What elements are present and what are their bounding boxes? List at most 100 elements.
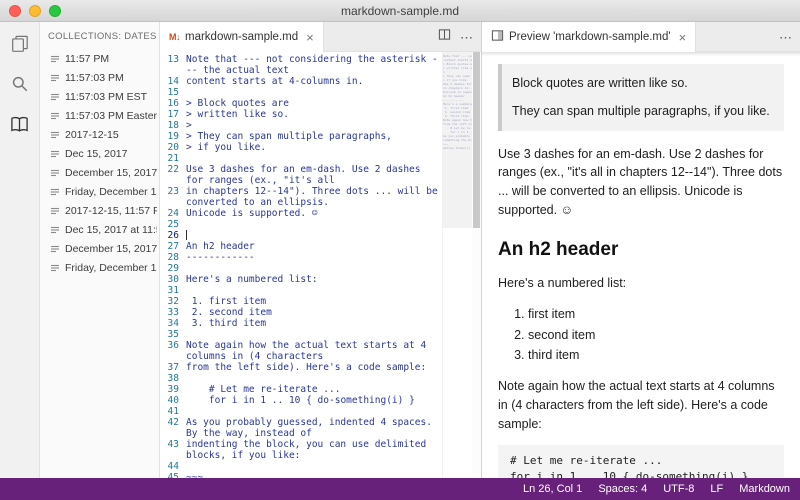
line-text xyxy=(186,329,442,340)
status-item[interactable]: Markdown xyxy=(739,483,790,495)
sidebar-item-label: 2017-12-15 xyxy=(65,128,119,141)
line-number: 33 xyxy=(167,307,179,318)
line-number: 42 xyxy=(167,417,179,428)
editor-tab-actions: ⋯ xyxy=(438,22,481,52)
minimize-window-button[interactable] xyxy=(29,4,41,17)
editor-group: M↓ markdown-sample.md × ⋯ 13 Note that --… xyxy=(160,22,482,478)
tab-markdown-sample[interactable]: M↓ markdown-sample.md × xyxy=(160,22,324,52)
line-number: 17 xyxy=(167,109,179,120)
line-text: > xyxy=(186,120,192,131)
line-text: Here's a numbered list: xyxy=(186,274,318,285)
editor-line: 45 ~~~ xyxy=(160,472,442,478)
preview-icon xyxy=(491,29,504,45)
line-text: As you probably guessed, indented 4 spac… xyxy=(186,417,438,439)
editor-line: 31 xyxy=(160,285,442,296)
line-number: 43 xyxy=(167,439,179,450)
editor-line: 27 An h2 header xyxy=(160,241,442,252)
main-area: COLLECTIONS: DATES AND TI... 11:57 PM 11:… xyxy=(0,22,800,478)
status-item[interactable]: UTF-8 xyxy=(663,483,694,495)
split-editor-icon[interactable] xyxy=(438,28,451,46)
close-window-button[interactable] xyxy=(9,4,21,17)
editor-line: 15 xyxy=(160,87,442,98)
line-text xyxy=(186,406,442,417)
list-icon xyxy=(50,73,60,83)
editor-tab-bar: M↓ markdown-sample.md × ⋯ xyxy=(160,22,481,52)
line-text: ~~~ xyxy=(186,472,204,478)
sidebar-item[interactable]: Friday, December 15, 2... xyxy=(40,182,159,201)
preview-tab-bar: Preview 'markdown-sample.md' × ⋯ xyxy=(482,22,800,52)
sidebar-item[interactable]: 2017-12-15 xyxy=(40,125,159,144)
editor-line: 28 ------------ xyxy=(160,252,442,263)
editor-line: 26 xyxy=(160,230,442,241)
line-number: 41 xyxy=(167,406,179,417)
line-text: in chapters 12--14"). Three dots ... wil… xyxy=(186,186,438,208)
line-number: 39 xyxy=(167,384,179,395)
line-text xyxy=(186,263,442,274)
list-icon xyxy=(50,149,60,159)
tab-preview[interactable]: Preview 'markdown-sample.md' × xyxy=(482,22,697,52)
line-text: > if you like. xyxy=(186,142,267,153)
sidebar-item[interactable]: 11:57:03 PM Eastern S... xyxy=(40,106,159,125)
line-number: 27 xyxy=(167,241,179,252)
close-tab-icon[interactable]: × xyxy=(306,31,314,44)
line-number: 25 xyxy=(167,219,179,230)
line-number: 31 xyxy=(167,285,179,296)
sidebar-item-label: Friday, December 15, ... xyxy=(65,261,157,274)
line-text: Note that --- not considering the asteri… xyxy=(186,54,438,76)
more-actions-icon[interactable]: ⋯ xyxy=(779,31,792,44)
editor-line: 32 1. first item xyxy=(160,296,442,307)
sidebar-item[interactable]: 11:57 PM xyxy=(40,49,159,68)
editor-line: 20 > if you like. xyxy=(160,142,442,153)
markdown-file-icon: M↓ xyxy=(169,32,181,42)
line-number: 13 xyxy=(167,54,179,65)
line-text xyxy=(186,153,442,164)
editor-code-area[interactable]: 13 Note that --- not considering the aste… xyxy=(160,52,442,478)
status-bar: Ln 26, Col 1 Spaces: 4 UTF-8 LF Markdown xyxy=(0,478,800,500)
sidebar-item[interactable]: Dec 15, 2017 at 11:57... xyxy=(40,220,159,239)
book-icon[interactable] xyxy=(8,112,32,136)
minimap-slider[interactable] xyxy=(443,52,472,228)
sidebar-item[interactable]: 11:57:03 PM EST xyxy=(40,87,159,106)
minimap[interactable]: Note that --- not considering the asteri… xyxy=(442,52,472,478)
more-actions-icon[interactable]: ⋯ xyxy=(460,31,473,44)
line-number: 32 xyxy=(167,296,179,307)
status-item[interactable]: Ln 26, Col 1 xyxy=(523,483,582,495)
line-number: 35 xyxy=(167,329,179,340)
search-icon[interactable] xyxy=(8,72,32,96)
sidebar-item[interactable]: Friday, December 15, ... xyxy=(40,258,159,277)
sidebar-item-label: Dec 15, 2017 at 11:57... xyxy=(65,223,157,236)
list-icon xyxy=(50,54,60,64)
sidebar-item[interactable]: December 15, 2017 at ... xyxy=(40,239,159,258)
status-item[interactable]: Spaces: 4 xyxy=(598,483,647,495)
line-number: 21 xyxy=(167,153,179,164)
sidebar-item-label: 11:57:03 PM EST xyxy=(65,90,148,103)
editor-line: 18 > xyxy=(160,120,442,131)
sidebar-item[interactable]: December 15, 2017 xyxy=(40,163,159,182)
close-tab-icon[interactable]: × xyxy=(679,31,687,44)
traffic-lights xyxy=(0,4,61,17)
editor-line: 13 Note that --- not considering the aste… xyxy=(160,54,442,76)
sidebar-item[interactable]: 2017-12-15, 11:57 PM xyxy=(40,201,159,220)
editor-scrollbar-thumb[interactable] xyxy=(473,52,480,228)
documents-icon[interactable] xyxy=(8,32,32,56)
sidebar-item-label: 11:57 PM xyxy=(65,52,110,65)
line-number: 36 xyxy=(167,340,179,351)
line-number: 19 xyxy=(167,131,179,142)
line-number: 26 xyxy=(167,230,179,241)
editor-body: 13 Note that --- not considering the aste… xyxy=(160,52,481,478)
status-item[interactable]: LF xyxy=(710,483,723,495)
sidebar-item[interactable]: Dec 15, 2017 xyxy=(40,144,159,163)
sidebar-item-label: 11:57:03 PM xyxy=(65,71,124,84)
sidebar-header[interactable]: COLLECTIONS: DATES AND TI... xyxy=(40,22,159,49)
line-number: 18 xyxy=(167,120,179,131)
line-text: Unicode is supported. ☺ xyxy=(186,208,318,219)
line-number: 23 xyxy=(167,186,179,197)
line-text xyxy=(186,87,442,98)
maximize-window-button[interactable] xyxy=(49,4,61,17)
preview-tab-actions: ⋯ xyxy=(779,22,800,52)
line-text: > Block quotes are xyxy=(186,98,289,109)
list-icon xyxy=(50,244,60,254)
sidebar-item[interactable]: 11:57:03 PM xyxy=(40,68,159,87)
editor-scrollbar[interactable] xyxy=(472,52,481,478)
sidebar-item-label: 11:57:03 PM Eastern S... xyxy=(65,109,157,122)
